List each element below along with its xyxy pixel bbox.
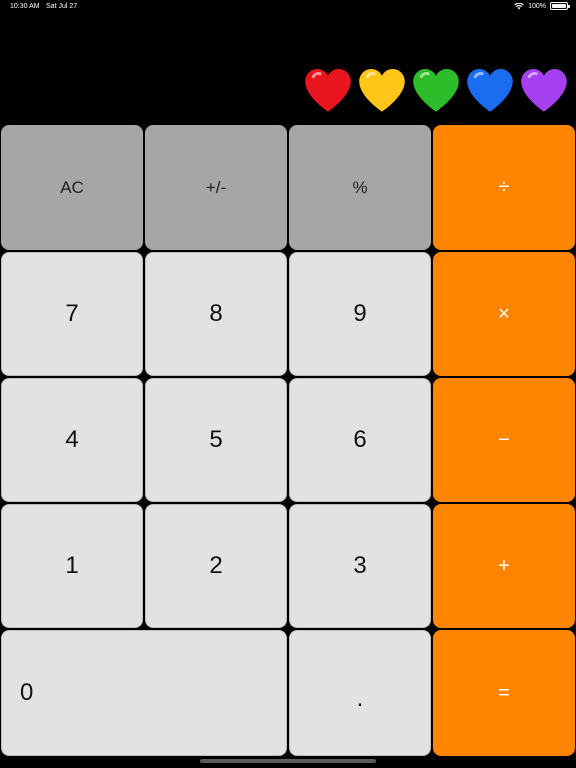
status-time: 10:30 AM bbox=[10, 3, 40, 10]
divide-button[interactable]: ÷ bbox=[433, 125, 575, 250]
digit-9-button[interactable]: 9 bbox=[289, 252, 431, 376]
red-heart-icon bbox=[305, 68, 351, 112]
digit-8-button[interactable]: 8 bbox=[145, 252, 287, 376]
equals-button[interactable]: = bbox=[433, 630, 575, 756]
green-heart-icon bbox=[413, 68, 459, 112]
digit-0-button[interactable]: 0 bbox=[1, 630, 287, 756]
calculator-display bbox=[302, 62, 570, 118]
wifi-icon bbox=[514, 2, 524, 9]
all-clear-button[interactable]: AC bbox=[1, 125, 143, 250]
digit-2-button[interactable]: 2 bbox=[145, 504, 287, 628]
percent-button[interactable]: % bbox=[289, 125, 431, 250]
multiply-button[interactable]: × bbox=[433, 252, 575, 376]
home-indicator[interactable] bbox=[200, 759, 376, 763]
digit-4-button[interactable]: 4 bbox=[1, 378, 143, 502]
status-bar: 10:30 AM Sat Jul 27 100% bbox=[0, 0, 576, 16]
purple-heart-icon bbox=[521, 68, 567, 112]
blue-heart-icon bbox=[467, 68, 513, 112]
minus-button[interactable]: − bbox=[433, 378, 575, 502]
status-date: Sat Jul 27 bbox=[46, 3, 78, 10]
plus-minus-button[interactable]: +/- bbox=[145, 125, 287, 250]
keypad: AC +/- % ÷ 7 8 9 × 4 5 6 − 1 2 3 + 0 . = bbox=[0, 124, 576, 758]
digit-7-button[interactable]: 7 bbox=[1, 252, 143, 376]
digit-1-button[interactable]: 1 bbox=[1, 504, 143, 628]
status-indicators: 100% bbox=[514, 2, 570, 10]
plus-button[interactable]: + bbox=[433, 504, 575, 628]
digit-6-button[interactable]: 6 bbox=[289, 378, 431, 502]
yellow-heart-icon bbox=[359, 68, 405, 112]
battery-percent: 100% bbox=[528, 2, 546, 10]
battery-icon bbox=[550, 2, 570, 10]
decimal-button[interactable]: . bbox=[289, 630, 431, 756]
digit-5-button[interactable]: 5 bbox=[145, 378, 287, 502]
digit-3-button[interactable]: 3 bbox=[289, 504, 431, 628]
